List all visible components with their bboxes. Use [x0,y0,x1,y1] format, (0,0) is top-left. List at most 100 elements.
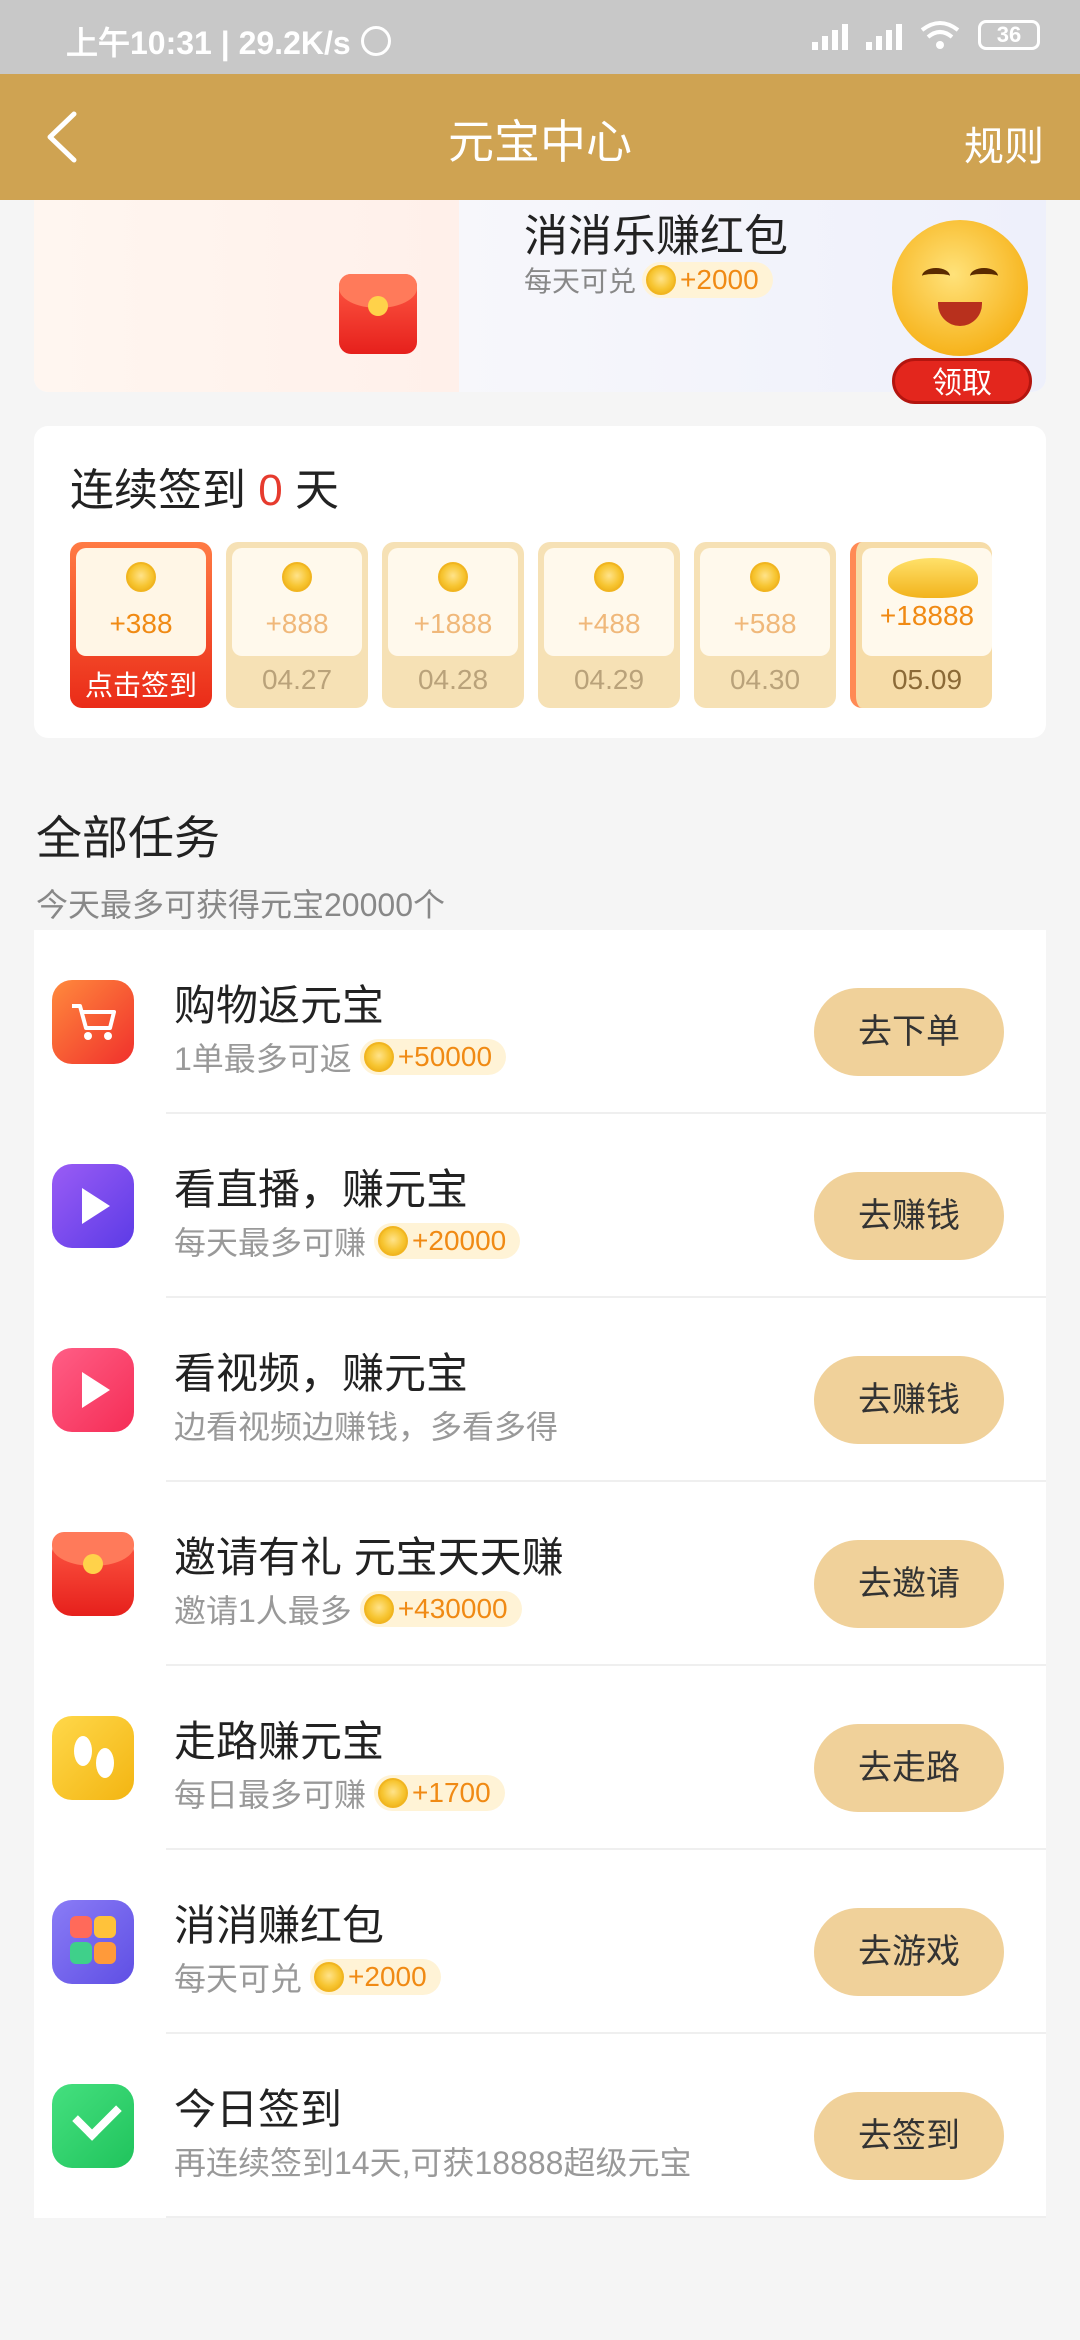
status-time: 上午10:31 | 29.2K/s [66,25,351,61]
task-name: 邀请有礼 元宝天天赚 [174,1534,564,1581]
reward-pill: +1700 [374,1775,505,1811]
signin-day: +888 04.27 [226,542,368,708]
battery-icon: 36 [978,20,1040,50]
footprints-icon [52,1716,134,1800]
reward-amount: +430000 [397,1593,508,1624]
task-desc-text: 每日最多可赚 [174,1777,367,1813]
signin-title-prefix: 连续签到 [70,466,246,515]
reward-pill: +20000 [374,1223,521,1259]
coin-icon [314,1962,345,1992]
coin-icon [594,562,624,592]
signin-day-label: 点击签到 [84,670,197,701]
rules-link[interactable]: 规则 [964,114,1044,172]
task-list: 购物返元宝 1单最多可返 +50000 去下单 看直播，赚元宝 每天最多可赚 +… [34,930,1046,2218]
red-packet-icon [52,1532,134,1616]
signin-day-amount: +1888 [413,608,493,639]
task-action-button[interactable]: 去赚钱 [814,1172,1004,1260]
banner-reward-pill: +2000 [642,262,773,298]
signin-day: +1888 04.28 [382,542,524,708]
signin-day-amount: +488 [577,608,641,639]
task-action-button[interactable]: 去邀请 [814,1540,1004,1628]
gold-ingot-icon [888,558,978,598]
signin-day-label: 05.09 [891,664,963,695]
task-desc-text: 1单最多可返 [174,1041,352,1077]
task-desc-text: 每天最多可赚 [174,1225,367,1261]
task-video: 看视频，赚元宝 边看视频边赚钱，多看多得 去赚钱 [34,1298,1046,1482]
task-action-button[interactable]: 去走路 [814,1724,1004,1812]
signin-day-label: 04.27 [261,664,333,695]
coin-icon [750,562,780,592]
signin-streak-count: 0 [258,466,283,515]
task-name: 今日签到 [174,2086,343,2133]
tasks-section-title: 全部任务 [36,812,220,864]
banner-reward: +2000 [680,264,759,295]
coin-icon [378,1778,409,1808]
task-desc: 邀请1人最多 +430000 [174,1586,522,1632]
reward-amount: +2000 [348,1961,427,1992]
task-desc-text: 每天可兑 [174,1961,303,1997]
reward-pill: +2000 [310,1959,441,1995]
signin-day-amount: +588 [733,608,797,639]
signal-icon [812,20,848,50]
video-play-icon [52,1348,134,1432]
coin-icon [378,1226,409,1256]
task-name: 走路赚元宝 [174,1718,385,1765]
shopping-cart-icon [52,980,134,1064]
signin-day: +488 04.29 [538,542,680,708]
claim-button[interactable]: 领取 [892,358,1032,404]
task-name: 购物返元宝 [174,982,385,1029]
coin-icon [363,1042,394,1072]
signin-day-today[interactable]: +388 点击签到 [70,542,212,708]
coin-icon [646,265,677,295]
task-shopping: 购物返元宝 1单最多可返 +50000 去下单 [34,930,1046,1114]
tasks-section-subtitle: 今天最多可获得元宝20000个 [36,887,445,923]
task-action-button[interactable]: 去签到 [814,2092,1004,2180]
coin-icon [282,562,312,592]
coin-icon [438,562,468,592]
checkmark-icon [52,2084,134,2168]
signin-day-label: 04.28 [417,664,489,695]
coin-icon [363,1594,394,1624]
task-desc: 边看视频边赚钱，多看多得 [174,1402,558,1448]
reward-amount: +50000 [397,1041,493,1072]
signin-day-label: 04.30 [729,664,801,695]
task-name: 看视频，赚元宝 [174,1350,469,1397]
signin-days: +388 点击签到 +888 04.27 +1888 04.28 +488 04… [70,542,1046,708]
signin-card: 连续签到 0 天 +388 点击签到 +888 04.27 +1888 04.2… [34,426,1046,738]
wifi-icon [920,21,960,49]
task-checkin: 今日签到 再连续签到14天,可获18888超级元宝 去签到 [34,2034,1046,2218]
task-desc: 每天最多可赚 +20000 [174,1218,521,1264]
coin-icon [126,562,156,592]
task-desc: 每日最多可赚 +1700 [174,1770,505,1816]
signin-day-amount: +888 [265,608,329,639]
smiley-mascot-icon [892,220,1028,356]
task-name: 消消赚红包 [174,1902,385,1949]
signal-hd-icon [866,20,902,50]
task-action-button[interactable]: 去下单 [814,988,1004,1076]
task-desc-text: 邀请1人最多 [174,1593,352,1629]
signin-day-amount: +388 [109,608,173,639]
task-action-button[interactable]: 去游戏 [814,1908,1004,1996]
signin-day-bonus: +18888 05.09 [850,542,992,708]
signin-title: 连续签到 0 天 [70,454,339,518]
task-invite: 邀请有礼 元宝天天赚 邀请1人最多 +430000 去邀请 [34,1482,1046,1666]
banner-title: 消消乐赚红包 [524,212,788,261]
task-desc: 1单最多可返 +50000 [174,1034,507,1080]
task-live: 看直播，赚元宝 每天最多可赚 +20000 去赚钱 [34,1114,1046,1298]
task-action-button[interactable]: 去赚钱 [814,1356,1004,1444]
signin-day-label: 04.29 [573,664,645,695]
task-desc: 再连续签到14天,可获18888超级元宝 [174,2138,691,2184]
reward-pill: +50000 [359,1039,507,1075]
banner-left-panel [34,200,459,392]
game-blocks-icon [52,1900,134,1984]
reward-amount: +20000 [412,1225,507,1256]
signin-day-amount: +18888 [879,600,975,631]
main-content: 消消乐赚红包 每天可兑 +2000 领取 连续签到 0 天 +388 点击签到 … [0,200,1080,2340]
reward-amount: +1700 [412,1777,491,1808]
game-banner[interactable]: 消消乐赚红包 每天可兑 +2000 领取 [34,200,1046,404]
alarm-icon [360,26,391,56]
status-bar: 上午10:31 | 29.2K/s 36 [0,0,1080,74]
signin-title-suffix: 天 [294,466,339,515]
reward-pill: +430000 [359,1591,522,1627]
signin-day: +588 04.30 [694,542,836,708]
